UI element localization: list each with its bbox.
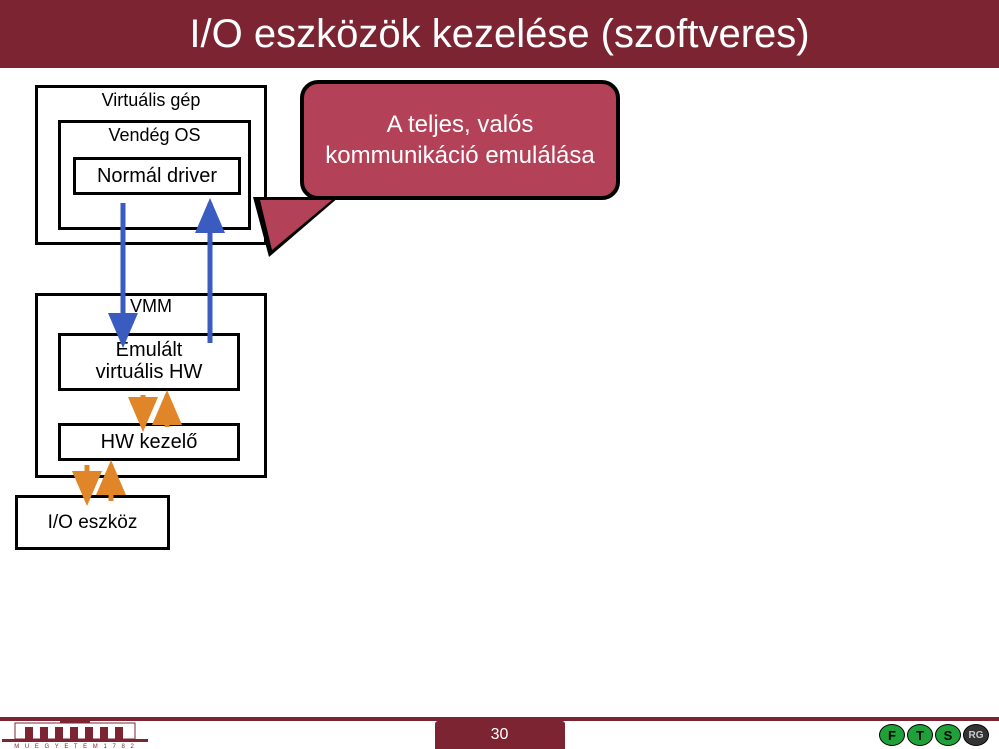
page-number-badge: 30 — [435, 721, 565, 749]
footer: M U E G Y E T E M 1 7 8 2 30 F T S RG — [0, 717, 999, 749]
diagram-area: Virtuális gép Vendég OS Normál driver VM… — [35, 85, 635, 655]
emul-hw-line2: virtuális HW — [61, 361, 237, 383]
hw-handler-box: HW kezelő — [58, 423, 240, 461]
ftsg-letter-t-icon: T — [907, 724, 933, 746]
page-number: 30 — [491, 726, 509, 744]
callout-bubble: A teljes, valós kommunikáció emulálása — [300, 80, 620, 200]
io-device-label: I/O eszköz — [48, 512, 138, 534]
callout-text: A teljes, valós kommunikáció emulálása — [314, 109, 606, 171]
io-device-box: I/O eszköz — [15, 495, 170, 550]
driver-label: Normál driver — [97, 165, 217, 188]
vmm-label: VMM — [38, 296, 264, 317]
ftsg-letter-s-icon: S — [935, 724, 961, 746]
slide-title-bar: I/O eszközök kezelése (szoftveres) — [0, 0, 999, 68]
callout-tail — [260, 200, 332, 250]
vm-box: Virtuális gép Vendég OS Normál driver — [35, 85, 267, 245]
slide-title: I/O eszközök kezelése (szoftveres) — [189, 12, 809, 57]
ftsg-logo: F T S RG — [879, 724, 989, 746]
emul-hw-line1: Emulált — [61, 339, 237, 361]
ftsg-letter-rg-icon: RG — [963, 724, 989, 746]
normal-driver-box: Normál driver — [73, 157, 241, 195]
guest-os-box: Vendég OS Normál driver — [58, 120, 251, 230]
emulated-hw-box: Emulált virtuális HW — [58, 333, 240, 391]
vm-label: Virtuális gép — [38, 88, 264, 111]
university-logo-icon: M U E G Y E T E M 1 7 8 2 — [0, 717, 150, 749]
guest-os-label: Vendég OS — [61, 123, 248, 146]
svg-text:M U E G Y E T E M 1 7 8 2: M U E G Y E T E M 1 7 8 2 — [14, 744, 136, 749]
hw-kezelo-label: HW kezelő — [101, 431, 198, 454]
ftsg-letter-f-icon: F — [879, 724, 905, 746]
